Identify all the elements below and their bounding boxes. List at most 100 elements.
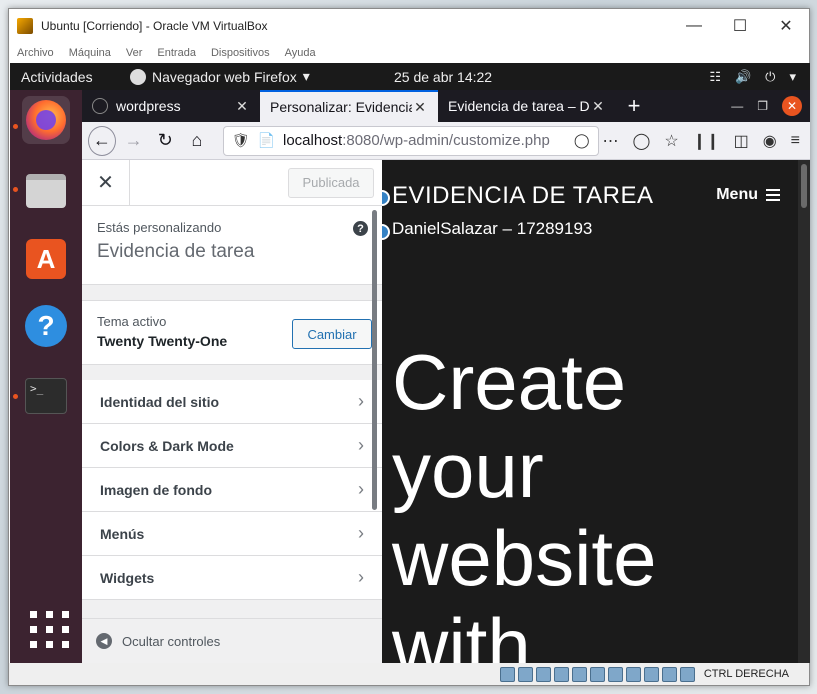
close-customizer-icon[interactable]: ✕ (82, 159, 130, 206)
restore-icon[interactable]: ❐ (757, 99, 768, 113)
mouse-integration-icon[interactable] (661, 666, 677, 682)
hide-controls-button[interactable]: ◀ Ocultar controles (82, 618, 382, 663)
dock-terminal[interactable]: >_ (22, 372, 70, 420)
forward-button[interactable]: → (120, 126, 148, 156)
menu-hamburger-icon[interactable]: ≡ (791, 132, 800, 150)
dock-firefox[interactable] (22, 96, 70, 144)
show-applications-icon[interactable] (26, 607, 69, 648)
network-adapter-icon[interactable] (553, 666, 569, 682)
section-label: Imagen de fondo (100, 481, 212, 498)
close-tab-icon[interactable]: ✕ (590, 98, 606, 115)
hard-disk-icon[interactable] (499, 666, 515, 682)
customizer-scrollbar[interactable] (372, 210, 377, 510)
recording-icon[interactable] (625, 666, 641, 682)
pocket-icon[interactable]: ◯ (633, 131, 651, 151)
section-label: Widgets (100, 569, 155, 586)
dock-help[interactable]: ? (22, 302, 70, 350)
hamburger-icon (766, 189, 780, 201)
section-colors-dark-mode[interactable]: Colors & Dark Mode › (82, 424, 382, 468)
customizer-header: ✕ Publicada (82, 159, 382, 206)
home-button[interactable]: ⌂ (183, 126, 211, 156)
url-host: localhost (283, 132, 343, 149)
shared-folders-icon[interactable] (589, 666, 605, 682)
virtualization-icon[interactable] (643, 666, 659, 682)
site-description: DanielSalazar – 17289193 (392, 219, 593, 238)
chevron-right-icon: › (358, 391, 364, 411)
usb-icon[interactable] (571, 666, 587, 682)
account-icon[interactable]: ◉ (763, 131, 777, 151)
help-icon[interactable]: ? (353, 221, 368, 236)
tab-personalizar[interactable]: Personalizar: Evidencia de tarea ✕ (260, 90, 438, 122)
shield-icon[interactable]: 🛡 (232, 132, 250, 149)
site-title[interactable]: EVIDENCIA DE TAREA (392, 182, 654, 210)
tab-wordpress[interactable]: wordpress ✕ (82, 90, 260, 122)
page-actions-icon[interactable]: ⋯ (603, 131, 619, 151)
chevron-right-icon: › (358, 567, 364, 587)
bookmark-star-icon[interactable]: ☆ (664, 131, 678, 151)
new-tab-button[interactable]: + (616, 90, 652, 122)
section-background-image[interactable]: Imagen de fondo › (82, 468, 382, 512)
display-icon[interactable] (607, 666, 623, 682)
optical-drive-icon[interactable] (517, 666, 533, 682)
customizing-label: Estás personalizando (97, 220, 222, 235)
virtualbox-titlebar: Ubuntu [Corriendo] - Oracle VM VirtualBo… (9, 9, 809, 43)
close-icon[interactable]: ✕ (782, 96, 802, 116)
menu-entrada[interactable]: Entrada (157, 47, 196, 59)
section-label: Identidad del sitio (100, 393, 220, 410)
activities-button[interactable]: Actividades (10, 69, 130, 85)
close-tab-icon[interactable]: ✕ (412, 99, 428, 116)
edit-description-shortcut-icon[interactable] (382, 224, 390, 240)
minimize-button[interactable]: — (671, 9, 717, 43)
page-content: ✕ Publicada Estás personalizando Evidenc… (82, 159, 810, 663)
app-menu[interactable]: Navegador web Firefox ▾ (130, 68, 310, 85)
scrollbar-thumb[interactable] (801, 164, 807, 208)
section-label: Colors & Dark Mode (100, 437, 234, 454)
publish-button[interactable]: Publicada (288, 167, 374, 198)
library-icon[interactable]: ❙❙ (693, 131, 720, 151)
audio-icon[interactable] (535, 666, 551, 682)
dock-files[interactable] (22, 167, 70, 215)
customizer-sidebar: ✕ Publicada Estás personalizando Evidenc… (82, 159, 382, 663)
url-path: :8080/wp-admin/customize.php (342, 132, 550, 149)
maximize-button[interactable]: ☐ (717, 9, 763, 43)
tab-evidencia[interactable]: Evidencia de tarea – DanielSalazar ✕ (438, 90, 616, 122)
caret-down-icon: ▾ (789, 68, 796, 84)
volume-icon: 🔊 (734, 68, 752, 84)
running-indicator (13, 124, 18, 129)
section-widgets[interactable]: Widgets › (82, 556, 382, 600)
url-bar[interactable]: 🛡 📄 localhost:8080/wp-admin/customize.ph… (222, 125, 599, 156)
change-theme-button[interactable]: Cambiar (292, 319, 372, 349)
menu-archivo[interactable]: Archivo (17, 47, 54, 59)
system-tray[interactable]: ☷ 🔊 ⏻ ▾ (709, 69, 796, 85)
section-site-identity[interactable]: Identidad del sitio › (82, 380, 382, 424)
terminal-icon: >_ (25, 378, 67, 414)
minimize-icon[interactable]: — (731, 99, 743, 113)
dock-software[interactable]: A (22, 235, 70, 283)
customizer-info: Estás personalizando Evidencia de tarea … (82, 206, 382, 285)
site-menu-button[interactable]: Menu (716, 186, 780, 204)
reload-button[interactable]: ↻ (151, 126, 179, 156)
section-menus[interactable]: Menús › (82, 512, 382, 556)
gnome-top-bar: Actividades Navegador web Firefox ▾ 25 d… (10, 63, 810, 90)
back-button[interactable]: ← (88, 125, 116, 156)
menu-maquina[interactable]: Máquina (69, 47, 111, 59)
menu-ayuda[interactable]: Ayuda (285, 47, 316, 59)
window-title: Ubuntu [Corriendo] - Oracle VM VirtualBo… (41, 19, 268, 33)
edit-title-shortcut-icon[interactable] (382, 190, 390, 206)
guest-screen: Actividades Navegador web Firefox ▾ 25 d… (10, 63, 810, 663)
app-menu-label: Navegador web Firefox (152, 68, 297, 85)
section-label: Menús (100, 525, 145, 542)
lightbulb-icon[interactable]: ◯ (574, 132, 590, 149)
sidebar-icon[interactable]: ◫ (734, 131, 749, 151)
ubuntu-dock: A ? >_ (10, 90, 82, 663)
url-text[interactable]: localhost:8080/wp-admin/customize.php (283, 132, 566, 149)
clock[interactable]: 25 de abr 14:22 (394, 69, 492, 85)
menu-dispositivos[interactable]: Dispositivos (211, 47, 270, 59)
menu-ver[interactable]: Ver (126, 47, 143, 59)
preview-scrollbar[interactable] (798, 160, 810, 663)
chevron-right-icon: › (358, 479, 364, 499)
close-tab-icon[interactable]: ✕ (234, 98, 250, 115)
virtualbox-statusbar: CTRL DERECHA (9, 663, 809, 685)
keyboard-icon[interactable] (679, 666, 695, 682)
close-window-button[interactable]: ✕ (763, 9, 809, 43)
